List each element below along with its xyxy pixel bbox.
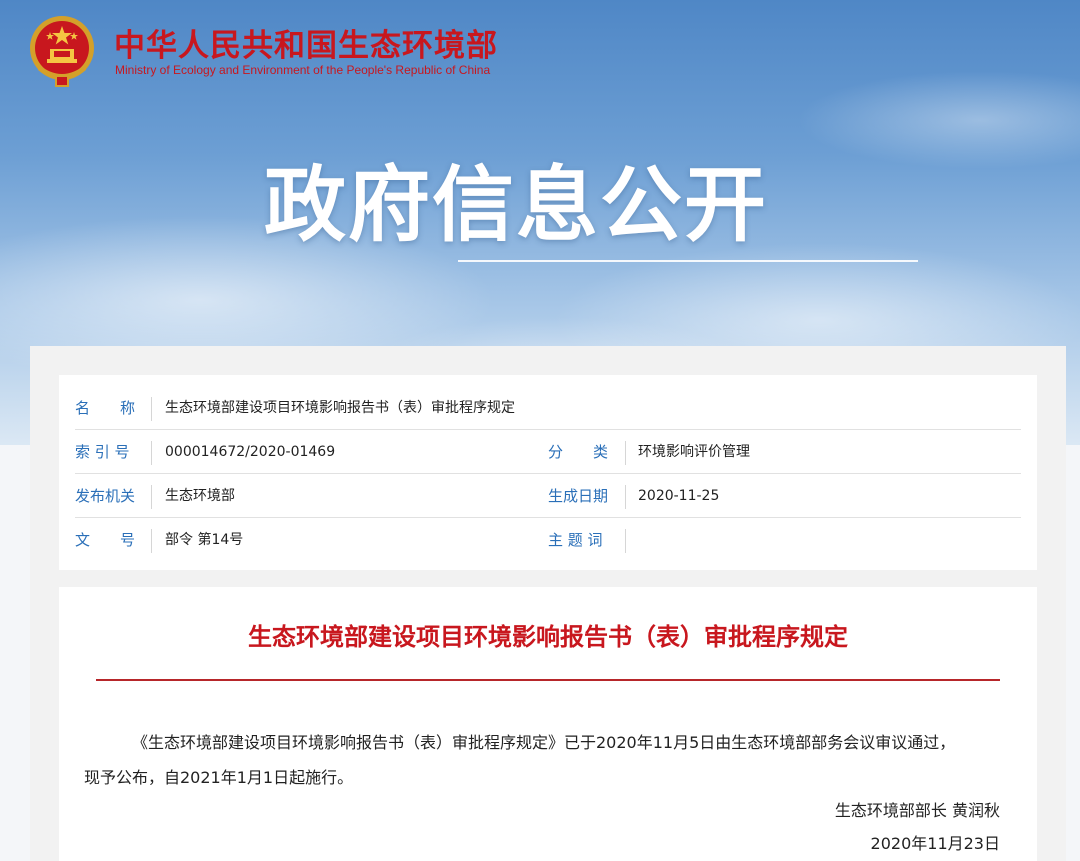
divider [625,441,626,465]
date-label: 生成日期 [548,487,609,505]
docno-value: 部令 第14号 [165,532,244,548]
national-emblem-icon [30,16,94,87]
keywords-label: 主 题 词 [548,531,603,549]
hero-underline [458,260,918,262]
index-value: 000014672/2020-01469 [165,444,336,460]
divider [151,485,152,509]
publisher-label: 发布机关 [75,487,136,505]
info-card: 名 称 生态环境部建设项目环境影响报告书（表）审批程序规定 索 引 号 0000… [59,375,1037,570]
category-label: 分 类 [548,443,609,461]
divider [151,397,152,421]
docno-label: 文 号 [75,531,136,549]
ministry-name-cn: 中华人民共和国生态环境部 [114,28,498,64]
hero-title: 政府信息公开 [264,158,769,253]
index-label: 索 引 号 [75,443,130,461]
publisher-value: 生态环境部 [165,488,235,504]
document-title: 生态环境部建设项目环境影响报告书（表）审批程序规定 [248,623,848,651]
divider [151,529,152,553]
info-row-publisher: 发布机关 生态环境部 生成日期 2020-11-25 [75,474,1021,518]
body-paragraph-line2: 现予公布，自2021年1月1日起施行。 [84,768,354,787]
divider [625,529,626,553]
info-row-docno: 文 号 部令 第14号 主 题 词 [75,518,1021,562]
date-value: 2020-11-25 [638,488,720,504]
divider [151,441,152,465]
info-row-name: 名 称 生态环境部建设项目环境影响报告书（表）审批程序规定 [75,386,1021,430]
category-value: 环境影响评价管理 [638,444,750,460]
sign-date: 2020年11月23日 [870,834,1000,853]
divider [625,485,626,509]
signatory: 生态环境部部长 黄润秋 [834,801,1000,820]
name-label: 名 称 [75,399,136,417]
name-value: 生态环境部建设项目环境影响报告书（表）审批程序规定 [165,400,515,416]
info-row-index: 索 引 号 000014672/2020-01469 分 类 环境影响评价管理 [75,430,1021,474]
body-paragraph-line1: 《生态环境部建设项目环境影响报告书（表）审批程序规定》已于2020年11月5日由… [132,733,956,752]
ministry-name-en: Ministry of Ecology and Environment of t… [115,63,491,77]
title-rule [96,679,1000,681]
